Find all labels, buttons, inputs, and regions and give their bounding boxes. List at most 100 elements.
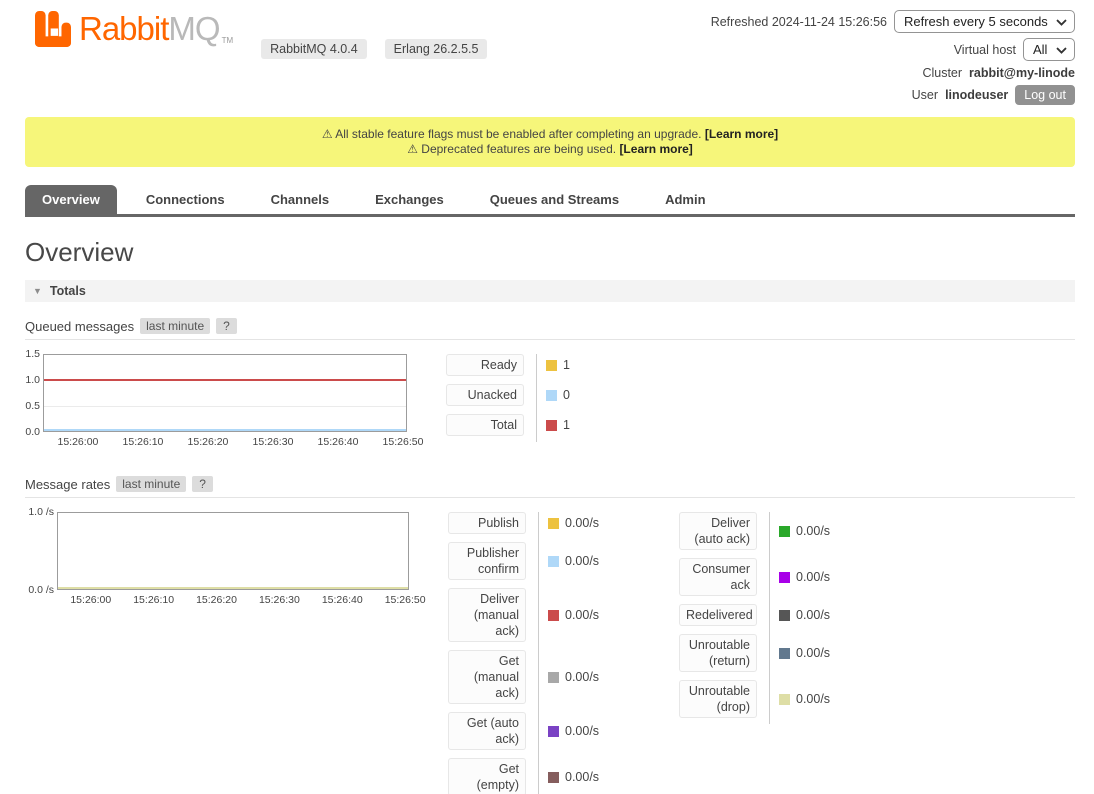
x-axis-tick: 15:26:30 (253, 436, 294, 448)
series-swatch-icon (548, 726, 559, 737)
queued-messages-header: Queued messages last minute ? (25, 318, 1075, 340)
rates-legend-row: Redelivered 0.00/s (679, 604, 855, 626)
queued-legend-label-ready[interactable]: Ready (446, 354, 524, 376)
x-axis: 15:26:0015:26:1015:26:2015:26:3015:26:40… (57, 590, 409, 608)
y-axis: 1.0 /s0.0 /s (25, 512, 57, 590)
series-swatch-icon (548, 672, 559, 683)
rates-legend-row: Get (empty) 0.00/s (448, 758, 624, 794)
y-axis-tick: 1.0 (25, 374, 40, 386)
tab-channels[interactable]: Channels (254, 185, 347, 214)
x-axis: 15:26:0015:26:1015:26:2015:26:3015:26:40… (43, 432, 407, 450)
rates-legend-row: Unroutable (return)0.00/s (679, 634, 855, 672)
help-icon[interactable]: ? (216, 318, 237, 334)
tab-connections[interactable]: Connections (129, 185, 242, 214)
rates-legend-value-text: 0.00/s (796, 608, 830, 622)
queued-messages-section: 1.51.00.50.0 15:26:0015:26:1015:26:2015:… (25, 354, 1075, 450)
rates-legend-value-text: 0.00/s (565, 770, 599, 784)
queued-legend-row: Unacked0 (446, 384, 622, 406)
learn-more-link[interactable]: [Learn more] (705, 127, 778, 141)
queued-legend-row: Ready 1 (446, 354, 622, 376)
warning-text: ⚠ All stable feature flags must be enabl… (322, 127, 702, 141)
queued-legend-label-unacked[interactable]: Unacked (446, 384, 524, 406)
rates-legend-label-deliver-auto-ack[interactable]: Deliver (auto ack) (679, 512, 757, 550)
rates-legend-label-publish[interactable]: Publish (448, 512, 526, 534)
series-swatch-icon (546, 360, 557, 371)
rates-legend-value-text: 0.00/s (796, 570, 830, 584)
series-swatch-icon (779, 610, 790, 621)
plot-area (43, 354, 407, 432)
rates-legend-value: 0.00/s (548, 608, 599, 622)
rates-legend-label-redelivered[interactable]: Redelivered (679, 604, 757, 626)
deprecated-features-warning: ⚠ Deprecated features are being used. [L… (33, 142, 1067, 157)
message-rates-chart: 1.0 /s0.0 /s 15:26:0015:26:1015:26:2015:… (25, 512, 409, 608)
rates-legend-label-unroutable-drop[interactable]: Unroutable (drop) (679, 680, 757, 718)
rabbitmq-version-badge: RabbitMQ 4.0.4 (261, 39, 367, 59)
y-axis: 1.51.00.50.0 (25, 354, 43, 432)
chart-title: Queued messages (25, 319, 134, 334)
rates-legend-row: Publisher confirm 0.00/s (448, 542, 624, 580)
rates-legend-label-get-auto-ack[interactable]: Get (auto ack) (448, 712, 526, 750)
series-line-unacked (44, 429, 406, 431)
series-swatch-icon (548, 556, 559, 567)
totals-section-title: Totals (50, 284, 86, 298)
x-axis-tick: 15:26:00 (70, 594, 111, 606)
user-name: linodeuser (945, 88, 1008, 102)
legend-divider (769, 512, 770, 724)
rates-legend-row: Deliver (auto ack)0.00/s (679, 512, 855, 550)
learn-more-link[interactable]: [Learn more] (619, 142, 692, 156)
queued-legend-value: 1 (546, 418, 570, 432)
totals-section-header[interactable]: ▼ Totals (25, 280, 1075, 302)
range-badge[interactable]: last minute (140, 318, 210, 334)
x-axis-tick: 15:26:40 (318, 436, 359, 448)
collapse-triangle-icon: ▼ (33, 286, 42, 296)
refreshed-timestamp: Refreshed 2024-11-24 15:26:56 (711, 15, 887, 29)
rates-legend-value: 0.00/s (779, 570, 830, 584)
queued-legend-value-text: 1 (563, 358, 570, 372)
rates-legend-label-deliver-manual-ack[interactable]: Deliver (manual ack) (448, 588, 526, 642)
series-swatch-icon (779, 572, 790, 583)
rates-legend-label-get-manual-ack[interactable]: Get (manual ack) (448, 650, 526, 704)
virtual-host-select-box: All (1023, 38, 1075, 61)
queued-messages-chart: 1.51.00.50.0 15:26:0015:26:1015:26:2015:… (25, 354, 407, 450)
tab-admin[interactable]: Admin (648, 185, 722, 214)
series-swatch-icon (548, 772, 559, 783)
version-badges: RabbitMQ 4.0.4 Erlang 26.2.5.5 (261, 39, 487, 59)
message-rates-section: 1.0 /s0.0 /s 15:26:0015:26:1015:26:2015:… (25, 512, 1075, 794)
rates-legend-label-unroutable-return[interactable]: Unroutable (return) (679, 634, 757, 672)
trademark-label: TM (222, 36, 234, 45)
rates-legend-row: Unroutable (drop)0.00/s (679, 680, 855, 718)
rates-legend-row: Deliver (manual ack) 0.00/s (448, 588, 624, 642)
series-swatch-icon (546, 390, 557, 401)
rates-legend-label-consumer-ack[interactable]: Consumer ack (679, 558, 757, 596)
gridline (44, 406, 406, 407)
rabbitmq-logo[interactable]: RabbitMQTM (35, 10, 233, 48)
rates-legend-value-text: 0.00/s (565, 724, 599, 738)
plot-area (57, 512, 409, 590)
logo-wordmark: RabbitMQTM (79, 10, 233, 48)
help-icon[interactable]: ? (192, 476, 213, 492)
x-axis-tick: 15:26:00 (58, 436, 99, 448)
range-badge[interactable]: last minute (116, 476, 186, 492)
logout-button[interactable]: Log out (1015, 85, 1075, 105)
rates-legend-row: Get (auto ack) 0.00/s (448, 712, 624, 750)
virtual-host-select[interactable]: All (1023, 38, 1075, 61)
rates-legend-value-text: 0.00/s (565, 554, 599, 568)
tab-overview[interactable]: Overview (25, 185, 117, 214)
refresh-interval-select-box: Refresh every 5 seconds (894, 10, 1075, 33)
queued-legend-label-total[interactable]: Total (446, 414, 524, 436)
tab-exchanges[interactable]: Exchanges (358, 185, 461, 214)
rates-legend-value: 0.00/s (548, 554, 599, 568)
rates-legend-row: Publish0.00/s (448, 512, 624, 534)
series-swatch-icon (548, 610, 559, 621)
tab-queues-and-streams[interactable]: Queues and Streams (473, 185, 636, 214)
rates-legend-value: 0.00/s (548, 670, 599, 684)
rates-legend-label-publisher-confirm[interactable]: Publisher confirm (448, 542, 526, 580)
chart-title: Message rates (25, 477, 110, 492)
refresh-interval-select[interactable]: Refresh every 5 seconds (894, 10, 1075, 33)
cluster-name: rabbit@my-linode (969, 66, 1075, 80)
y-axis-tick: 0.5 (25, 400, 40, 412)
feature-flags-warning: ⚠ All stable feature flags must be enabl… (33, 127, 1067, 142)
cluster-label: Cluster (922, 66, 962, 80)
rabbitmq-logo-icon (35, 11, 71, 47)
rates-legend-label-get-empty[interactable]: Get (empty) (448, 758, 526, 794)
